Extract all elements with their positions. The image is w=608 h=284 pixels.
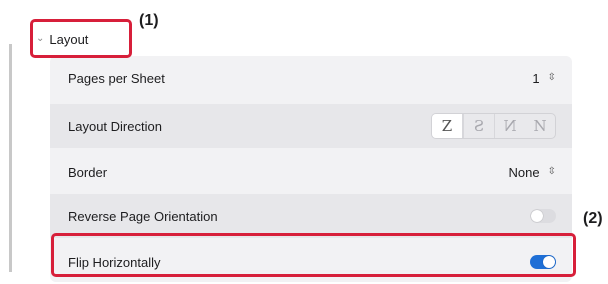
left-divider — [9, 44, 12, 272]
reverse-page-orientation-row: Reverse Page Orientation — [50, 194, 572, 238]
layout-direction-segmented-control: Z S N N — [431, 113, 556, 139]
toggle-knob — [531, 210, 543, 222]
reverse-page-orientation-label: Reverse Page Orientation — [68, 208, 218, 224]
callout-box-1 — [30, 19, 132, 58]
pages-per-sheet-label: Pages per Sheet — [68, 70, 165, 86]
border-row: Border None ⇳ — [50, 150, 572, 194]
layout-direction-label: Layout Direction — [68, 118, 162, 134]
direction-reverse-n-button[interactable]: N — [494, 114, 525, 138]
border-value: None — [508, 164, 540, 180]
direction-n-button[interactable]: N — [525, 114, 555, 138]
border-popup[interactable]: None ⇳ — [509, 165, 556, 180]
direction-z-button[interactable]: Z — [432, 114, 463, 138]
pages-per-sheet-value: 1 — [532, 70, 540, 86]
pages-per-sheet-row: Pages per Sheet 1 ⇳ — [50, 56, 572, 100]
up-down-arrows-icon: ⇳ — [547, 166, 556, 177]
layout-direction-row: Layout Direction Z S N N — [50, 104, 572, 148]
reverse-page-orientation-toggle[interactable] — [530, 209, 556, 223]
border-label: Border — [68, 164, 108, 180]
up-down-arrows-icon: ⇳ — [547, 72, 556, 83]
pages-per-sheet-popup[interactable]: 1 ⇳ — [532, 71, 556, 86]
direction-s-button[interactable]: S — [463, 114, 494, 138]
callout-number-2: (2) — [583, 210, 603, 227]
callout-box-2 — [51, 233, 576, 277]
callout-number-1: (1) — [139, 12, 159, 29]
